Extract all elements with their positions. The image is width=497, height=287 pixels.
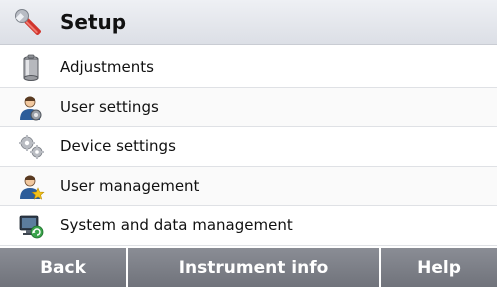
instrument-info-button[interactable]: Instrument info — [128, 248, 381, 287]
menu-item-label: User management — [60, 176, 200, 195]
menu-item-label: User settings — [60, 97, 159, 116]
menu-item-user-management[interactable]: User management — [0, 166, 497, 206]
setup-screen: Setup Adjustments User settings Device s… — [0, 0, 497, 287]
gears-icon — [17, 133, 45, 161]
menu-item-label: System and data management — [60, 216, 293, 234]
user-management-icon — [17, 173, 45, 201]
menu-item-adjustments[interactable]: Adjustments — [0, 48, 497, 88]
back-button[interactable]: Back — [0, 248, 128, 287]
wrench-icon — [14, 8, 44, 38]
setup-menu: Adjustments User settings Device setting… — [0, 48, 497, 246]
weight-cylinder-icon — [17, 54, 45, 82]
menu-item-device-settings[interactable]: Device settings — [0, 127, 497, 167]
page-title: Setup — [60, 10, 127, 34]
system-data-icon — [17, 212, 45, 240]
setup-header: Setup — [0, 0, 497, 45]
user-settings-icon — [17, 94, 45, 122]
menu-item-user-settings[interactable]: User settings — [0, 87, 497, 127]
footer-toolbar: Back Instrument info Help — [0, 248, 497, 287]
menu-item-system-data[interactable]: System and data management — [0, 206, 497, 246]
menu-item-label: Device settings — [60, 137, 176, 155]
help-button[interactable]: Help — [381, 248, 497, 287]
menu-item-label: Adjustments — [60, 58, 154, 76]
